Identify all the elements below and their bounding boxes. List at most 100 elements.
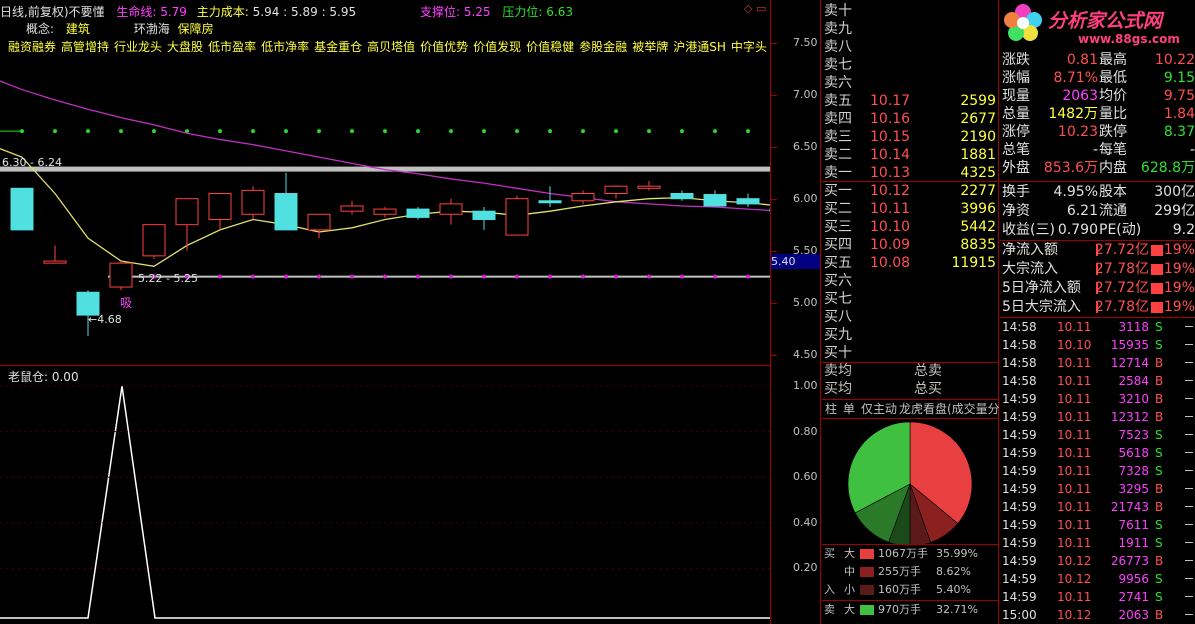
level-label: 卖四 <box>824 111 852 127</box>
tick-dash <box>1185 344 1193 345</box>
support-dot <box>383 274 387 279</box>
fundamental-label: 股本 <box>1099 184 1127 200</box>
pressure-dot <box>416 129 420 134</box>
sell-level-row[interactable]: 卖九 <box>824 20 996 38</box>
sell-level-row[interactable]: 卖十 <box>824 2 996 20</box>
sub-axis-tick: 0.80 <box>793 424 818 438</box>
main-kline-chart[interactable]: 日线,前复权)不要懂 生命线: 5.79 主力成本: 5.94 : 5.89 :… <box>0 0 771 366</box>
pressure-dot <box>482 129 486 134</box>
quote-value: 8.71% <box>1053 70 1098 86</box>
buy-level-row[interactable]: 买十 <box>824 344 996 362</box>
tick-price: 10.11 <box>1057 410 1092 424</box>
flow-bar <box>1151 283 1163 294</box>
sell-level-row[interactable]: 卖五 10.17 2599 <box>824 92 996 110</box>
buy-level-row[interactable]: 买七 <box>824 290 996 308</box>
price-marker: 5.40 <box>771 254 820 270</box>
candle <box>670 190 694 201</box>
candle <box>373 207 397 218</box>
logo-banner: 分析家公式网 www.88gs.com <box>1000 0 1195 48</box>
price-axis-tick: 6.00 <box>793 191 818 205</box>
buy-level-row[interactable]: 买一 10.12 2277 <box>824 182 996 200</box>
flow-bar <box>1151 245 1163 256</box>
buy-level-row[interactable]: 买五 10.08 11915 <box>824 254 996 272</box>
sell-level-row[interactable]: 卖四 10.16 2677 <box>824 110 996 128</box>
level-price: 10.09 <box>870 237 911 253</box>
candle <box>637 181 661 191</box>
level-label: 买一 <box>824 183 852 199</box>
level-volume: 11915 <box>951 255 996 271</box>
sub-indicator-chart[interactable]: 老鼠仓: 0.00 <box>0 366 771 624</box>
axis-tick-mark <box>771 42 777 44</box>
tick-row[interactable]: 14:59 10.11 7611 S <box>1001 516 1195 534</box>
tick-row[interactable]: 14:59 10.11 2741 S <box>1001 588 1195 606</box>
tab-single[interactable]: 单 <box>843 400 855 418</box>
tick-dash <box>1185 578 1193 579</box>
tick-time: 14:59 <box>1002 572 1037 586</box>
axis-tick-mark <box>771 250 777 252</box>
candle <box>142 224 166 259</box>
fundamental-value: 6.21 <box>1066 203 1098 219</box>
tick-row[interactable]: 14:59 10.11 21743 B <box>1001 498 1195 516</box>
sell-level-row[interactable]: 卖二 10.14 1881 <box>824 146 996 164</box>
tick-row[interactable]: 14:58 10.11 12714 B <box>1001 354 1195 372</box>
tick-time: 14:59 <box>1002 536 1037 550</box>
buy-level-row[interactable]: 买八 <box>824 308 996 326</box>
tab-bar-chart[interactable]: 柱 <box>825 400 837 418</box>
candle <box>472 207 496 230</box>
quote-label: 总量 <box>1002 106 1030 122</box>
tick-row[interactable]: 15:00 10.12 2063 B <box>1001 606 1195 624</box>
tick-side: S <box>1155 518 1163 532</box>
quote-label: 最低 <box>1099 70 1127 86</box>
tab-active-only[interactable]: 仅主动 <box>861 400 897 418</box>
tab-dragon-tiger[interactable]: 龙虎看盘(成交量分 <box>899 400 999 418</box>
quote-row: 现量 2063 均价 9.75 <box>1001 87 1195 105</box>
pressure-dot <box>350 129 354 134</box>
sub-axis-tick: 0.60 <box>793 470 818 484</box>
tick-row[interactable]: 14:59 10.12 26773 B <box>1001 552 1195 570</box>
sell-level-row[interactable]: 卖一 10.13 4325 <box>824 164 996 182</box>
tick-row[interactable]: 14:59 10.11 7328 S <box>1001 462 1195 480</box>
flow-value: 27.72亿 <box>1094 242 1149 258</box>
support-dot <box>350 274 354 279</box>
level-price: 10.13 <box>870 165 911 181</box>
buy-level-row[interactable]: 买四 10.09 8835 <box>824 236 996 254</box>
fundamental-value: 4.95% <box>1053 184 1098 200</box>
tick-row[interactable]: 14:58 10.10 15935 S <box>1001 336 1195 354</box>
sell-level-row[interactable]: 卖八 <box>824 38 996 56</box>
candle <box>703 190 727 207</box>
tick-volume: 12714 <box>1110 356 1149 370</box>
tick-row[interactable]: 14:59 10.11 5618 S <box>1001 444 1195 462</box>
tick-row[interactable]: 14:59 10.11 3210 B <box>1001 390 1195 408</box>
price-axis-tick: 7.50 <box>793 35 818 49</box>
tick-dash <box>1185 614 1193 615</box>
tick-price: 10.11 <box>1057 590 1092 604</box>
tick-row[interactable]: 14:59 10.11 1911 S <box>1001 534 1195 552</box>
buy-level-row[interactable]: 买三 10.10 5442 <box>824 218 996 236</box>
sell-level-row[interactable]: 卖七 <box>824 56 996 74</box>
level-price: 10.12 <box>870 183 911 199</box>
pressure-dot <box>449 129 453 134</box>
candle <box>10 187 34 231</box>
tick-dash <box>1185 470 1193 471</box>
level-volume: 1881 <box>960 147 996 163</box>
tick-row[interactable]: 14:59 10.11 12312 B <box>1001 408 1195 426</box>
sell-level-row[interactable]: 卖六 <box>824 74 996 92</box>
sell-level-row[interactable]: 卖三 10.15 2190 <box>824 128 996 146</box>
tick-row[interactable]: 14:59 10.11 7523 S <box>1001 426 1195 444</box>
tick-time: 14:59 <box>1002 590 1037 604</box>
buy-level-row[interactable]: 买二 10.11 3996 <box>824 200 996 218</box>
support-dot <box>251 274 255 279</box>
pressure-dot <box>251 129 255 134</box>
flow-percent: 19% <box>1163 261 1195 277</box>
tick-row[interactable]: 14:58 10.11 3118 S <box>1001 318 1195 336</box>
level-label: 卖二 <box>824 147 852 163</box>
buy-level-row[interactable]: 买九 <box>824 326 996 344</box>
pressure-dot <box>86 129 90 134</box>
tick-row[interactable]: 14:59 10.12 9956 S <box>1001 570 1195 588</box>
range-lower-label: 5.22 - 5.25 <box>138 272 198 285</box>
tick-row[interactable]: 14:59 10.11 3295 B <box>1001 480 1195 498</box>
tick-row[interactable]: 14:58 10.11 2584 B <box>1001 372 1195 390</box>
fund-flow-row: 5日净流入额 27.72亿 19% <box>1001 279 1195 298</box>
level-label: 买三 <box>824 219 852 235</box>
buy-level-row[interactable]: 买六 <box>824 272 996 290</box>
